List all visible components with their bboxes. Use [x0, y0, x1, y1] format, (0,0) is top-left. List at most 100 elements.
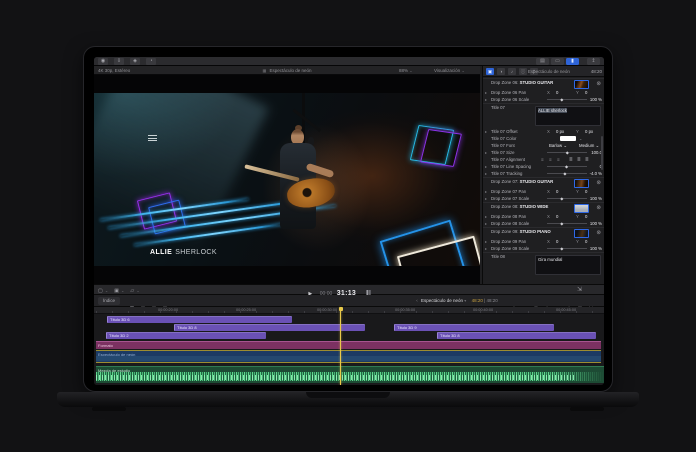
record-icon[interactable]: ◉ [98, 58, 108, 65]
title-text-value: ALLIE sherlock [538, 108, 567, 113]
text-align-icon[interactable]: ≣ [569, 157, 573, 163]
disclosure-icon[interactable]: ▸ [485, 214, 487, 219]
slider-track[interactable]: ◆ [547, 223, 587, 224]
y-value[interactable]: 0 [585, 239, 587, 244]
x-value[interactable]: 0 [556, 189, 558, 194]
clear-dropzone-icon[interactable]: ⊗ [596, 230, 601, 236]
inspector-toggle-button[interactable]: ▮ [566, 58, 579, 65]
dropzone-thumbnail[interactable] [574, 179, 589, 188]
x-value[interactable]: 0 [556, 214, 558, 219]
timeline-toggle-button[interactable]: ▭ [551, 58, 564, 65]
audio-inspector-tab[interactable]: ♪ [508, 68, 516, 75]
timeline-right-icons: ⊕▬⊞◠▬◉▣⇲ [510, 297, 598, 305]
disclosure-icon[interactable]: ▸ [485, 246, 487, 251]
slider-knob[interactable]: ◆ [560, 98, 564, 102]
disclosure-icon[interactable]: ▸ [485, 196, 487, 201]
text-align-icon[interactable]: ≡ [541, 157, 544, 162]
timeline-clip[interactable]: Título 3D 6 [107, 316, 292, 323]
track-audio-mix[interactable]: Mezcla de estudio [96, 366, 604, 383]
text-align-icon[interactable]: ≡ [549, 157, 552, 162]
parameter-label: Drop Zone 06 Pan [491, 90, 526, 95]
timeline-clip[interactable]: Título 3D 8 [174, 324, 365, 331]
text-align-icon[interactable]: ≣ [585, 157, 589, 163]
y-axis-label: Y [576, 239, 579, 244]
slider-knob[interactable]: ◆ [566, 151, 570, 155]
slider-knob[interactable]: ◆ [560, 197, 564, 201]
clear-dropzone-icon[interactable]: ⊗ [596, 81, 601, 87]
timeline-clip[interactable]: Título 3D 9 [394, 324, 554, 331]
dropzone-thumbnail[interactable] [574, 229, 589, 238]
text-align-icon[interactable]: ≣ [577, 157, 581, 163]
slider-knob[interactable]: ◆ [560, 247, 564, 251]
clip-body [96, 356, 601, 361]
slider-value[interactable]: 100 % [590, 97, 602, 102]
y-value[interactable]: 0 [585, 214, 587, 219]
slider-knob[interactable]: ◆ [560, 222, 564, 226]
timeline-clip[interactable]: Título 3D 2 [106, 332, 266, 339]
x-value[interactable]: 0 [556, 239, 558, 244]
track-formato[interactable]: Formato [96, 341, 601, 349]
disclosure-icon[interactable]: ▸ [485, 164, 487, 169]
browser-toggle-button[interactable]: ▤ [536, 58, 549, 65]
timeline-history-back[interactable]: ‹ [416, 298, 418, 303]
slider-knob[interactable]: ◆ [565, 165, 569, 169]
color-swatch[interactable] [560, 136, 576, 141]
viewer-canvas[interactable]: ALLIESHERLOCK [94, 75, 480, 284]
x-value[interactable]: 0 [556, 90, 558, 95]
playhead[interactable] [340, 307, 341, 385]
slider-value[interactable]: 100 % [590, 221, 602, 226]
text-align-icon[interactable]: ≡ [557, 157, 560, 162]
disclosure-icon[interactable]: ▸ [485, 189, 487, 194]
slider-track[interactable]: ◆ [547, 152, 587, 153]
crop-tool-button[interactable]: ▣ ⌄ [114, 287, 124, 295]
ruler-timecode: 00:00:40:00 [473, 308, 493, 312]
share-button[interactable]: ↥ [587, 58, 600, 65]
disclosure-icon[interactable]: ▸ [485, 239, 487, 244]
parameter-label: Title 07 Color [491, 136, 516, 141]
timeline-clip[interactable]: Título 3D 8 [437, 332, 596, 339]
dropzone-thumbnail[interactable] [574, 204, 589, 213]
viewer-display-menu[interactable]: Visualización ⌄ [434, 66, 465, 75]
timeline-project-menu[interactable]: Espectáculo de neón ▾ [421, 298, 466, 303]
background-tasks-icon[interactable]: ◔ [146, 58, 156, 65]
slider-track[interactable]: ◆ [547, 166, 587, 167]
transform-tool-button[interactable]: ▢ ⌄ [98, 287, 108, 295]
title-text-field[interactable]: Gira mundial [535, 255, 601, 275]
info-inspector-tab[interactable]: ⓘ [519, 68, 527, 75]
slider-value[interactable]: 100 % [590, 196, 602, 201]
inspector-row-pan: ▸Drop Zone 09 PanX0Y0 [483, 238, 604, 245]
color-inspector-tab[interactable]: ◑ [497, 68, 505, 75]
inspector-row-pan: ▸Drop Zone 08 PanX0Y0 [483, 213, 604, 220]
slider-track[interactable]: ◆ [547, 173, 587, 174]
inspector-scrollbar[interactable] [601, 136, 603, 170]
video-inspector-tab[interactable]: ▣ [486, 68, 494, 75]
x-value[interactable]: 0 px [556, 129, 564, 134]
track-primary-storyline[interactable]: Espectáculo de neón [96, 350, 601, 363]
title-text-field[interactable]: ALLIE sherlock [535, 106, 601, 126]
distort-tool-button[interactable]: ▱ ⌄ [130, 287, 139, 295]
slider-track[interactable]: ◆ [547, 248, 587, 249]
y-value[interactable]: 0 px [585, 129, 593, 134]
disclosure-icon[interactable]: ▸ [485, 129, 487, 134]
media-import-icon[interactable]: ⇩ [114, 58, 124, 65]
slider-track[interactable]: ◆ [547, 99, 587, 100]
slider-value[interactable]: 100 % [590, 246, 602, 251]
dropzone-thumbnail[interactable] [574, 80, 589, 89]
viewer-zoom-menu[interactable]: 88% ⌄ [399, 66, 413, 75]
disclosure-icon[interactable]: ▸ [485, 97, 487, 102]
timeline-ruler[interactable]: 00:00:20:0000:00:25:0000:00:30:0000:00:3… [94, 307, 604, 314]
y-value[interactable]: 0 [585, 189, 587, 194]
index-button[interactable]: Índice [98, 297, 120, 305]
disclosure-icon[interactable]: ▸ [485, 221, 487, 226]
x-axis-label: X [547, 239, 550, 244]
slider-value[interactable]: -4.0 % [590, 171, 602, 176]
keyword-editor-icon[interactable]: ◈ [130, 58, 140, 65]
clear-dropzone-icon[interactable]: ⊗ [596, 205, 601, 211]
disclosure-icon[interactable]: ▸ [485, 150, 487, 155]
clear-dropzone-icon[interactable]: ⊗ [596, 180, 601, 186]
y-value[interactable]: 0 [585, 90, 587, 95]
disclosure-icon[interactable]: ▸ [485, 171, 487, 176]
disclosure-icon[interactable]: ▸ [485, 90, 487, 95]
slider-track[interactable]: ◆ [547, 198, 587, 199]
slider-knob[interactable]: ◆ [563, 172, 567, 176]
